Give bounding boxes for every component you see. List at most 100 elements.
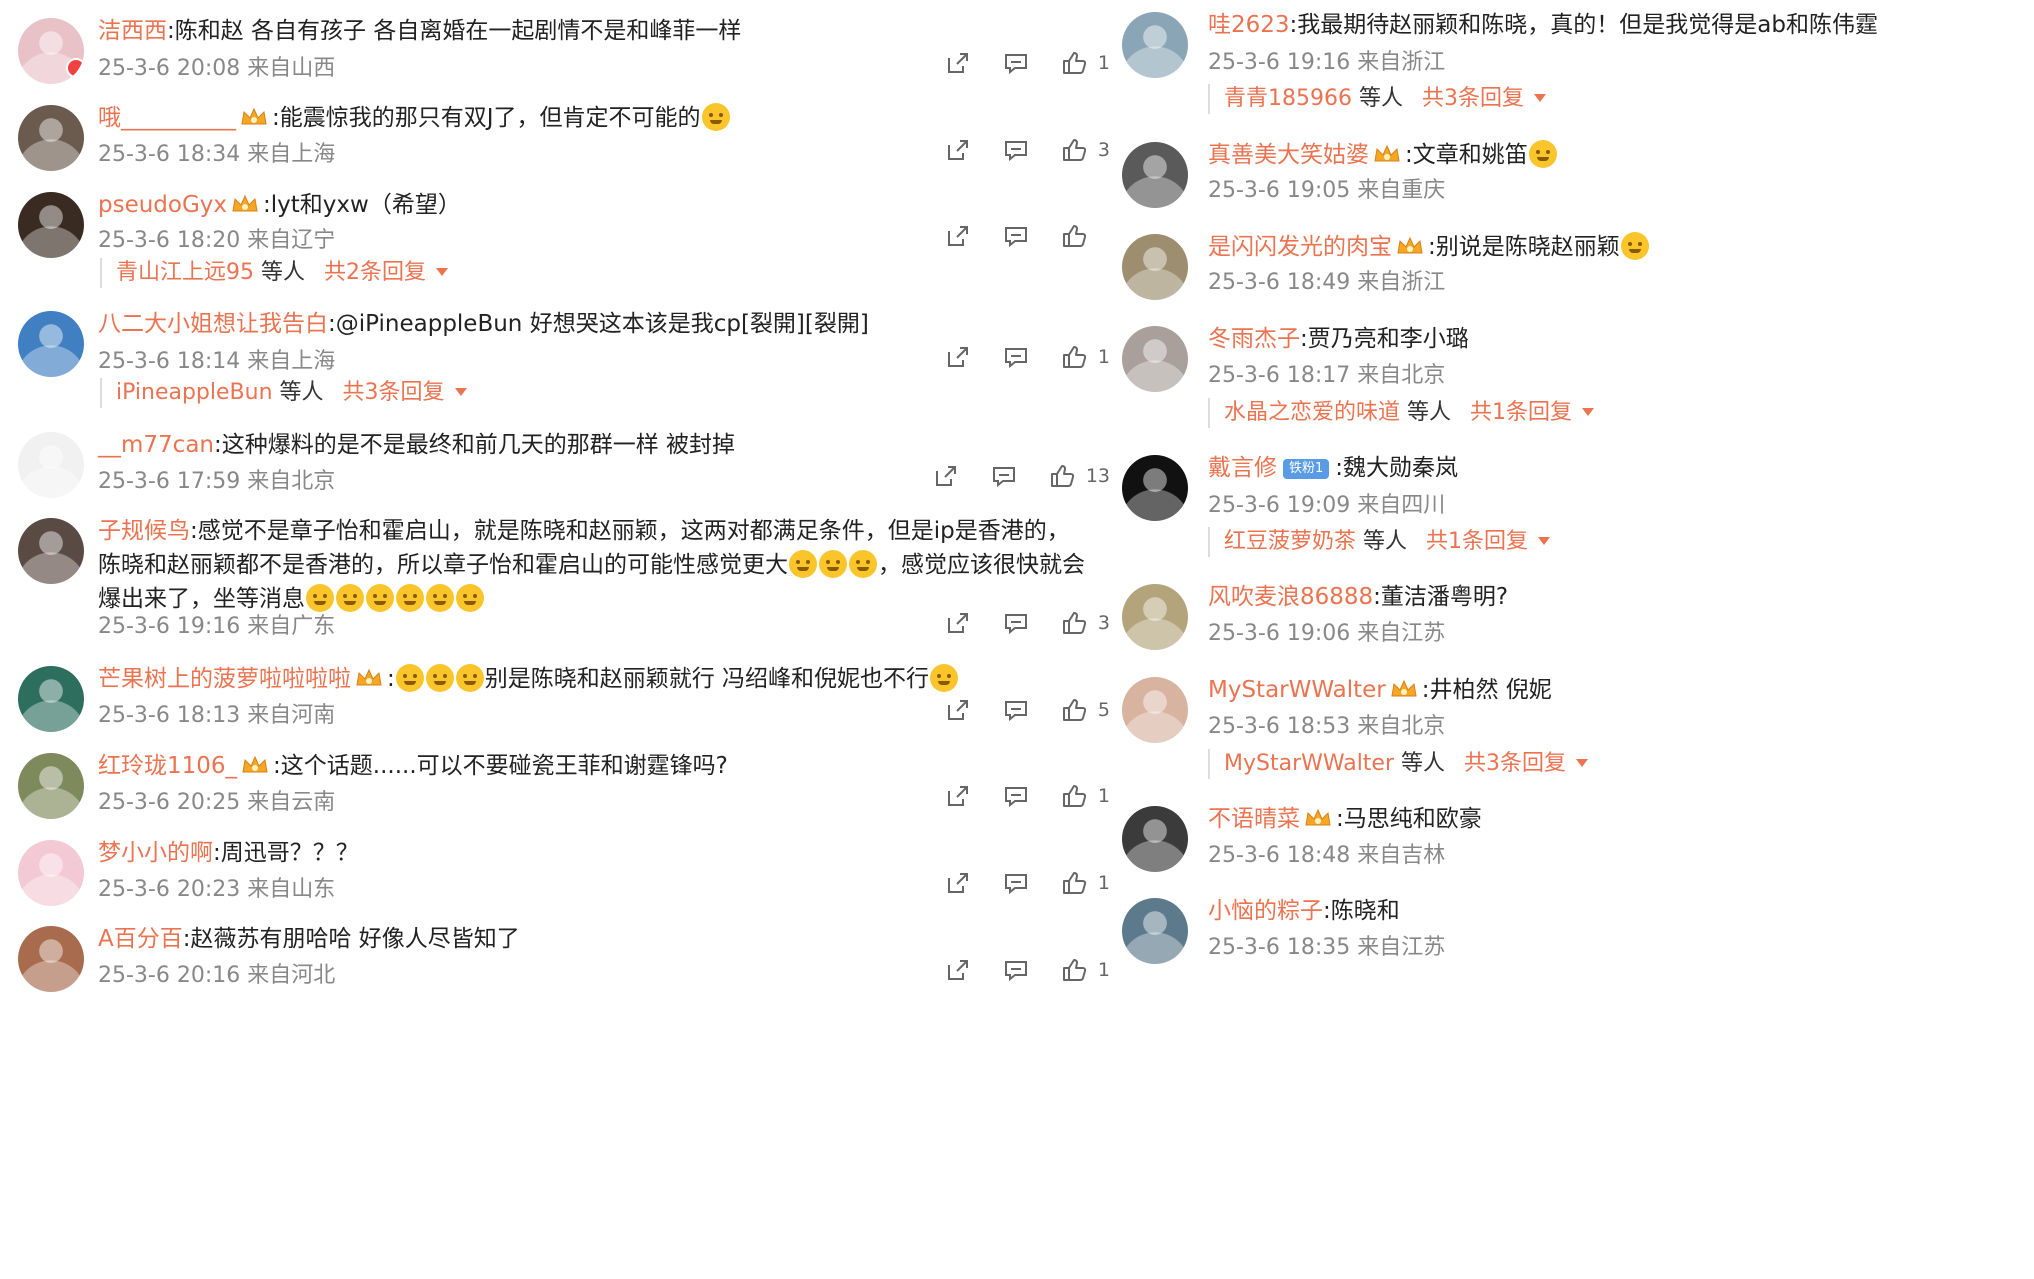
username-link[interactable]: 冬雨杰子 <box>1208 326 1300 352</box>
emoji-icon <box>425 664 454 692</box>
reply-summary[interactable]: MyStarWWalter 等人 共3条回复 <box>1208 749 1589 779</box>
reply-button[interactable] <box>1002 956 1030 984</box>
like-button[interactable]: 13 <box>1048 462 1110 490</box>
username-link[interactable]: 子规候鸟 <box>98 518 190 544</box>
reply-count-link[interactable]: 共2条回复 <box>324 260 426 285</box>
username-link[interactable]: 梦小小的啊 <box>98 840 213 866</box>
reply-count-link[interactable]: 共3条回复 <box>1464 751 1566 776</box>
share-button[interactable] <box>932 462 960 490</box>
like-button[interactable]: 1 <box>1060 956 1110 984</box>
chevron-down-icon[interactable] <box>1576 759 1589 767</box>
share-button[interactable] <box>944 869 972 897</box>
chevron-down-icon[interactable] <box>436 268 448 276</box>
username-link[interactable]: MyStarWWalter <box>1208 677 1386 703</box>
username-link[interactable]: 不语晴菜 <box>1208 806 1300 832</box>
reply-button[interactable] <box>1002 782 1030 810</box>
reply-button[interactable] <box>1002 343 1030 371</box>
username-link[interactable]: __m77can <box>98 432 214 458</box>
reply-username[interactable]: 红豆菠萝奶茶 <box>1224 529 1356 554</box>
avatar[interactable] <box>18 518 84 584</box>
avatar[interactable] <box>1122 677 1188 743</box>
reply-button[interactable] <box>1002 222 1030 250</box>
avatar[interactable] <box>1122 142 1188 208</box>
avatar[interactable] <box>1122 12 1188 78</box>
comment-meta: 25-3-6 18:48 来自吉林 <box>1208 837 1445 869</box>
like-button[interactable] <box>1060 222 1110 250</box>
avatar[interactable] <box>1122 806 1188 872</box>
reply-button[interactable] <box>1002 869 1030 897</box>
reply-username[interactable]: 青青185966 <box>1224 86 1352 111</box>
comment-icon <box>1004 701 1027 722</box>
reply-button[interactable] <box>1002 49 1030 77</box>
avatar[interactable] <box>18 926 84 992</box>
reply-count-link[interactable]: 共3条回复 <box>343 380 445 405</box>
avatar[interactable] <box>18 105 84 171</box>
share-button[interactable] <box>944 343 972 371</box>
avatar[interactable] <box>18 192 84 258</box>
username-link[interactable]: 哦__________ <box>98 105 236 131</box>
share-button[interactable] <box>944 696 972 724</box>
share-button[interactable] <box>944 136 972 164</box>
reply-username[interactable]: iPineappleBun <box>116 380 273 405</box>
reply-button[interactable] <box>990 462 1018 490</box>
avatar[interactable] <box>18 753 84 819</box>
reply-summary[interactable]: iPineappleBun 等人 共3条回复 <box>100 378 467 408</box>
reply-button[interactable] <box>1002 136 1030 164</box>
avatar[interactable] <box>18 666 84 732</box>
like-button[interactable]: 3 <box>1060 609 1110 637</box>
comment-text: 八二大小姐想让我告白:@iPineappleBun 好想哭这本该是我cp[裂開]… <box>98 307 869 341</box>
reply-username[interactable]: MyStarWWalter <box>1224 751 1394 776</box>
share-icon <box>947 53 968 73</box>
username-link[interactable]: 红玲珑1106_ <box>98 753 237 779</box>
share-icon <box>947 960 968 980</box>
share-button[interactable] <box>944 609 972 637</box>
share-button[interactable] <box>944 956 972 984</box>
reply-summary[interactable]: 青山江上远95 等人 共2条回复 <box>100 258 448 288</box>
reply-summary[interactable]: 红豆菠萝奶茶 等人 共1条回复 <box>1208 527 1551 557</box>
share-button[interactable] <box>944 49 972 77</box>
username-link[interactable]: 哇2623 <box>1208 12 1290 38</box>
chevron-down-icon[interactable] <box>1533 94 1546 102</box>
timestamp: 25-3-6 18:17 <box>1208 363 1351 388</box>
reply-summary[interactable]: 水晶之恋爱的味道 等人 共1条回复 <box>1208 398 1595 428</box>
username-link[interactable]: 小恼的粽子 <box>1208 898 1323 924</box>
share-button[interactable] <box>944 222 972 250</box>
username-link[interactable]: 洁西西 <box>98 18 167 44</box>
avatar[interactable] <box>18 311 84 377</box>
reply-username[interactable]: 水晶之恋爱的味道 <box>1224 400 1400 425</box>
reply-count-link[interactable]: 共3条回复 <box>1422 86 1524 111</box>
avatar[interactable] <box>1122 898 1188 964</box>
like-button[interactable]: 1 <box>1060 343 1110 371</box>
chevron-down-icon[interactable] <box>1538 537 1551 545</box>
chevron-down-icon[interactable] <box>1582 408 1595 416</box>
like-button[interactable]: 1 <box>1060 49 1110 77</box>
reply-username[interactable]: 青山江上远95 <box>116 260 254 285</box>
avatar[interactable] <box>1122 234 1188 300</box>
share-button[interactable] <box>944 782 972 810</box>
username-link[interactable]: A百分百 <box>98 926 183 952</box>
avatar[interactable] <box>1122 584 1188 650</box>
reply-count-link[interactable]: 共1条回复 <box>1470 400 1572 425</box>
reply-summary[interactable]: 青青185966 等人 共3条回复 <box>1208 84 1546 114</box>
chevron-down-icon[interactable] <box>454 388 467 396</box>
like-button[interactable]: 5 <box>1060 696 1110 724</box>
reply-count-link[interactable]: 共1条回复 <box>1426 529 1528 554</box>
avatar[interactable] <box>1122 455 1188 521</box>
like-button[interactable]: 1 <box>1060 782 1110 810</box>
username-link[interactable]: 戴言修 <box>1208 455 1277 481</box>
username-link[interactable]: pseudoGyx <box>98 192 227 218</box>
avatar[interactable] <box>18 18 84 84</box>
like-button[interactable]: 3 <box>1060 136 1110 164</box>
username-link[interactable]: 真善美大笑姑婆 <box>1208 142 1369 168</box>
username-link[interactable]: 芒果树上的菠萝啦啦啦啦 <box>98 666 351 692</box>
avatar[interactable] <box>18 432 84 498</box>
crown-badge-icon <box>241 107 267 125</box>
like-button[interactable]: 1 <box>1060 869 1110 897</box>
username-link[interactable]: 风吹麦浪86888 <box>1208 584 1373 610</box>
username-link[interactable]: 是闪闪发光的肉宝 <box>1208 234 1392 260</box>
reply-button[interactable] <box>1002 609 1030 637</box>
avatar[interactable] <box>18 840 84 906</box>
username-link[interactable]: 八二大小姐想让我告白 <box>98 311 328 337</box>
avatar[interactable] <box>1122 326 1188 392</box>
reply-button[interactable] <box>1002 696 1030 724</box>
